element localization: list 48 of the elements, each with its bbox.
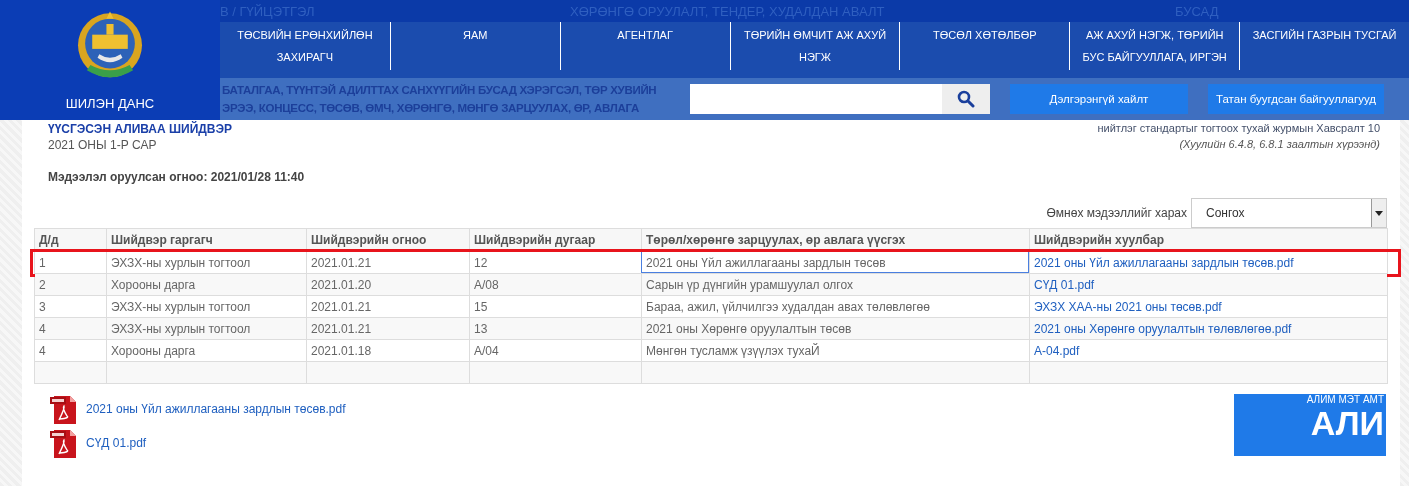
nav-link[interactable]: ЗАСГИЙН ГАЗРЫН ТУСГАЙ xyxy=(1239,22,1409,70)
search-icon xyxy=(957,90,975,108)
search-button[interactable] xyxy=(942,84,990,114)
file-link[interactable]: 2021 оны Үйл ажиллагааны зардлын төсөв.pdf xyxy=(1034,256,1294,270)
table-cell: 2 xyxy=(35,273,106,295)
table-cell: 2021 оны Хөрөнгө оруулалтын төсөв xyxy=(641,317,1029,339)
ad-banner[interactable]: АЛИМ МЭТ АМТ АЛИ xyxy=(1234,394,1386,456)
logo-text: ШИЛЭН ДАНС xyxy=(65,96,155,111)
logo-panel[interactable]: ШИЛЭН ДАНС xyxy=(0,0,220,120)
period-text: 2021 ОНЫ 1-Р САР xyxy=(48,138,158,152)
table-cell: Хорооны дарга xyxy=(106,273,306,295)
column-header: Шийдвэрийн дугаар xyxy=(469,229,641,251)
column-header: Шийдвэр гаргагч xyxy=(106,229,306,251)
column-header: Шийдвэрийн хуулбар xyxy=(1029,229,1387,251)
file-link[interactable]: СҮД 01.pdf xyxy=(86,436,147,450)
page-title: ҮҮСГЭСЭН АЛИВАА ШИЙДВЭР xyxy=(48,122,234,136)
nav-link[interactable]: АЖ АХУЙ НЭГЖ, ТӨРИЙН БУС БАЙГУУЛЛАГА, ИРГЭН xyxy=(1069,22,1240,70)
banner-text: АЛИ xyxy=(1310,405,1384,441)
column-header: Д/д xyxy=(35,229,106,251)
search-field[interactable] xyxy=(690,84,990,114)
table-cell: А/08 xyxy=(469,273,641,295)
pdf-file-icon xyxy=(50,394,78,424)
table-cell: ЭХЗХ-ны хурлын тогтоол xyxy=(106,317,306,339)
column-header: Шийдвэрийн огноо xyxy=(306,229,469,251)
history-label: Өмнөх мэдээллийг харах xyxy=(1046,206,1187,220)
column-header: Төрөл/хөрөнгө зарцуулах, өр авлага үүсгэх xyxy=(641,229,1029,251)
updated-date-text: Мэдээлэл оруулсан огноо: 2021/01/28 11:40 xyxy=(48,170,305,184)
file-link[interactable]: 2021 оны Үйл ажиллагааны зардлын төсөв.pdf xyxy=(86,402,346,416)
table-cell: 13 xyxy=(469,317,641,339)
nav-link[interactable]: ТӨРИЙН ӨМЧИТ АЖ АХУЙ НЭГЖ xyxy=(729,22,900,70)
table-cell: 2021.01.21 xyxy=(306,317,469,339)
nav-link[interactable]: ТӨСВИЙН ЕРӨНХИЙЛӨН ЗАХИРАГЧ xyxy=(220,22,390,70)
table-cell: 2021.01.20 xyxy=(306,273,469,295)
nav-link[interactable]: ТӨСӨЛ ХӨТӨЛБӨР xyxy=(899,22,1070,70)
reference-text: нийтлэг стандартыг тогтоох тухай журмын Хавсралт 10 xyxy=(1097,122,1380,134)
header-button[interactable]: Дэлгэрэнгүй хайлт xyxy=(1010,84,1188,114)
history-select[interactable]: Сонгох xyxy=(1191,198,1387,228)
nav-link[interactable]: АГЕНТЛАГ xyxy=(559,22,730,70)
legal-note: (Хуулийн 6.4.8, 6.8.1 заалтын хүрээнд) xyxy=(1179,138,1380,150)
table-cell: Сарын үр дүнгийн урамшуулал олгох xyxy=(641,273,1029,295)
table-cell: 4 xyxy=(35,317,106,339)
banner-text: АЛИМ МЭТ АМТ xyxy=(1306,394,1384,405)
nav-link[interactable]: ЯАМ xyxy=(389,22,560,70)
header-button[interactable]: Татан буугдсан байгууллагууд xyxy=(1208,84,1384,114)
pdf-file-icon xyxy=(50,428,78,458)
file-link[interactable]: А-04.pdf xyxy=(1034,344,1080,358)
file-link[interactable]: СҮД 01.pdf xyxy=(1034,278,1095,292)
file-link[interactable]: ЭХЗХ ХАА-ны 2021 оны төсөв.pdf xyxy=(1034,300,1222,314)
